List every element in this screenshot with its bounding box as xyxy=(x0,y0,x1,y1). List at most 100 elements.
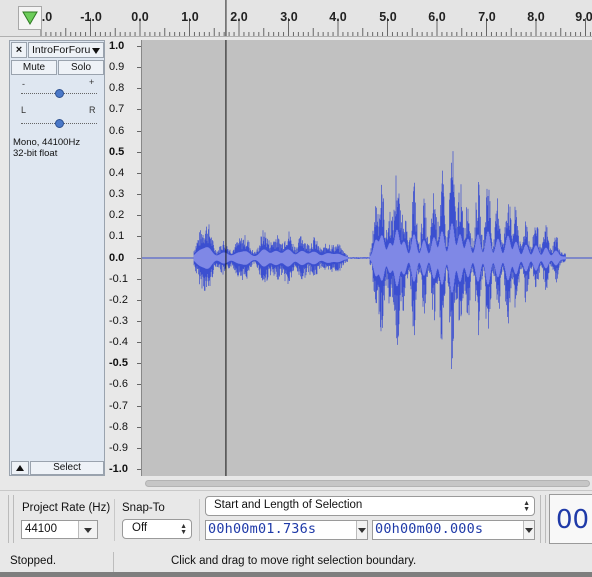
track-info: Mono, 44100Hz 32-bit float xyxy=(13,137,80,159)
status-message: Click and drag to move right selection b… xyxy=(171,555,417,567)
ruler-tick-label: 6.0 xyxy=(428,10,446,24)
amplitude-tick xyxy=(137,46,141,47)
play-head-triangle-icon xyxy=(22,11,38,25)
amplitude-label: -0.1 xyxy=(109,272,128,285)
collapse-arrow-icon xyxy=(16,465,24,471)
ruler-tick-label: -1.0 xyxy=(80,10,102,24)
timeline-ruler[interactable]: .0 -1.0 0.0 1.0 2.0 3.0 4.0 5.0 6.0 7.0 … xyxy=(0,0,592,37)
audio-position-display[interactable]: 00 xyxy=(549,494,592,544)
chevron-down-icon xyxy=(358,528,366,533)
divider xyxy=(114,499,115,541)
amplitude-tick xyxy=(137,67,141,69)
horizontal-scrollbar[interactable] xyxy=(142,478,592,489)
gain-plus-label: + xyxy=(89,77,95,87)
divider xyxy=(199,499,200,541)
dropdown-arrow-icon xyxy=(92,48,100,54)
amplitude-label: -0.9 xyxy=(109,441,128,454)
chevron-down-icon xyxy=(525,528,533,533)
track-format: Mono, 44100Hz xyxy=(13,137,81,148)
status-divider xyxy=(113,552,114,572)
selection-toolbar: Project Rate (Hz) 44100 Snap-To Off ▲ ▼ S… xyxy=(0,490,592,550)
toolbar-grip[interactable] xyxy=(8,495,14,543)
mute-button[interactable]: Mute xyxy=(11,60,57,75)
amplitude-label: 0.5 xyxy=(109,145,125,158)
ruler-tick-label: 3.0 xyxy=(280,10,298,24)
gain-minus-label: - xyxy=(22,79,25,89)
amplitude-label: -0.4 xyxy=(109,336,128,349)
waveform-area[interactable] xyxy=(142,40,592,476)
amplitude-tick xyxy=(137,109,141,111)
amplitude-label: -0.8 xyxy=(109,420,128,433)
amplitude-label: 0.7 xyxy=(109,103,125,116)
project-rate-combo[interactable]: 44100 xyxy=(21,520,98,539)
track-name-menu[interactable]: IntroForForu xyxy=(28,42,104,58)
selection-mode-value: Start and Length of Selection xyxy=(214,499,363,511)
amplitude-tick xyxy=(137,130,141,132)
selection-start-time[interactable]: 00h00m01.736s xyxy=(205,520,368,540)
track-name-label: IntroForForu xyxy=(32,44,91,56)
window-bottom-edge xyxy=(0,572,592,577)
ruler-tick-label: 0.0 xyxy=(131,10,149,24)
amplitude-tick xyxy=(137,320,141,322)
project-rate-value: 44100 xyxy=(25,523,57,535)
amplitude-label: -0.2 xyxy=(109,293,128,306)
pan-right-label: R xyxy=(89,105,96,115)
amplitude-tick xyxy=(137,384,141,386)
amplitude-label: 0.8 xyxy=(109,82,125,95)
project-rate-dropdown-button[interactable] xyxy=(78,521,97,538)
snap-to-select[interactable]: Off ▲ ▼ xyxy=(122,519,192,539)
ruler-tick-label: 8.0 xyxy=(527,10,545,24)
amplitude-tick xyxy=(137,194,141,196)
amplitude-tick xyxy=(137,172,141,174)
ruler-tick-label: .0 xyxy=(41,10,53,24)
snap-to-label: Snap-To xyxy=(122,502,165,514)
solo-button[interactable]: Solo xyxy=(58,60,104,75)
amplitude-label: -0.5 xyxy=(109,357,128,370)
toolbar-grip[interactable] xyxy=(540,495,546,543)
amplitude-label: 0.6 xyxy=(109,124,125,137)
amplitude-label: -0.7 xyxy=(109,399,128,412)
close-track-button[interactable]: × xyxy=(11,42,27,58)
amplitude-tick xyxy=(137,426,141,428)
amplitude-ruler[interactable]: 1.0 0.9 0.8 0.7 0.6 0.5 0.4 0.3 0.2 0.1 0.0 -0.1 -0.… xyxy=(107,40,142,476)
ruler-tick-label: 7.0 xyxy=(478,10,496,24)
amplitude-tick xyxy=(137,342,141,344)
pan-slider-knob[interactable] xyxy=(54,119,64,128)
length-time-format-button[interactable] xyxy=(523,521,534,539)
status-state: Stopped. xyxy=(10,555,57,567)
selection-mode-select[interactable]: Start and Length of Selection ▲ ▼ xyxy=(205,496,535,516)
selection-length-time[interactable]: 00h00m00.000s xyxy=(372,520,535,540)
ruler-tick-label: 2.0 xyxy=(230,10,248,24)
waveform xyxy=(142,40,592,476)
amplitude-label: 0.4 xyxy=(109,166,125,179)
gain-slider-knob[interactable] xyxy=(54,89,64,98)
scrollbar-thumb[interactable] xyxy=(145,480,590,487)
pan-left-label: L xyxy=(21,105,27,115)
amplitude-label: 0.3 xyxy=(109,188,125,201)
amplitude-tick xyxy=(137,257,141,259)
amplitude-tick xyxy=(137,278,141,280)
ruler-tick-label: 9.0 xyxy=(575,10,592,24)
amplitude-tick xyxy=(137,405,141,407)
amplitude-tick xyxy=(137,469,141,470)
updown-arrows-icon: ▲ ▼ xyxy=(523,500,530,513)
amplitude-tick xyxy=(137,447,141,449)
amplitude-tick xyxy=(137,215,141,217)
amplitude-label: 0.9 xyxy=(109,61,125,74)
track-control-panel[interactable]: × IntroForForu Mute Solo - + L R Mono, 4… xyxy=(9,40,105,476)
ruler-tick-label: 1.0 xyxy=(181,10,199,24)
project-rate-label: Project Rate (Hz) xyxy=(22,502,111,514)
close-icon: × xyxy=(15,44,23,56)
start-time-value: 00h00m01.736s xyxy=(208,521,317,537)
start-time-format-button[interactable] xyxy=(356,521,367,539)
amplitude-label: -0.6 xyxy=(109,378,128,391)
length-time-value: 00h00m00.000s xyxy=(375,521,484,537)
select-track-button[interactable]: Select xyxy=(30,461,104,475)
play-head-button[interactable] xyxy=(18,6,42,30)
amplitude-label: 0.2 xyxy=(109,209,125,222)
snap-to-value: Off xyxy=(132,522,148,534)
collapse-track-button[interactable] xyxy=(11,461,29,475)
amplitude-label: 0.1 xyxy=(109,230,125,243)
chevron-down-icon xyxy=(84,528,92,533)
updown-arrows-icon: ▲ ▼ xyxy=(180,523,187,536)
